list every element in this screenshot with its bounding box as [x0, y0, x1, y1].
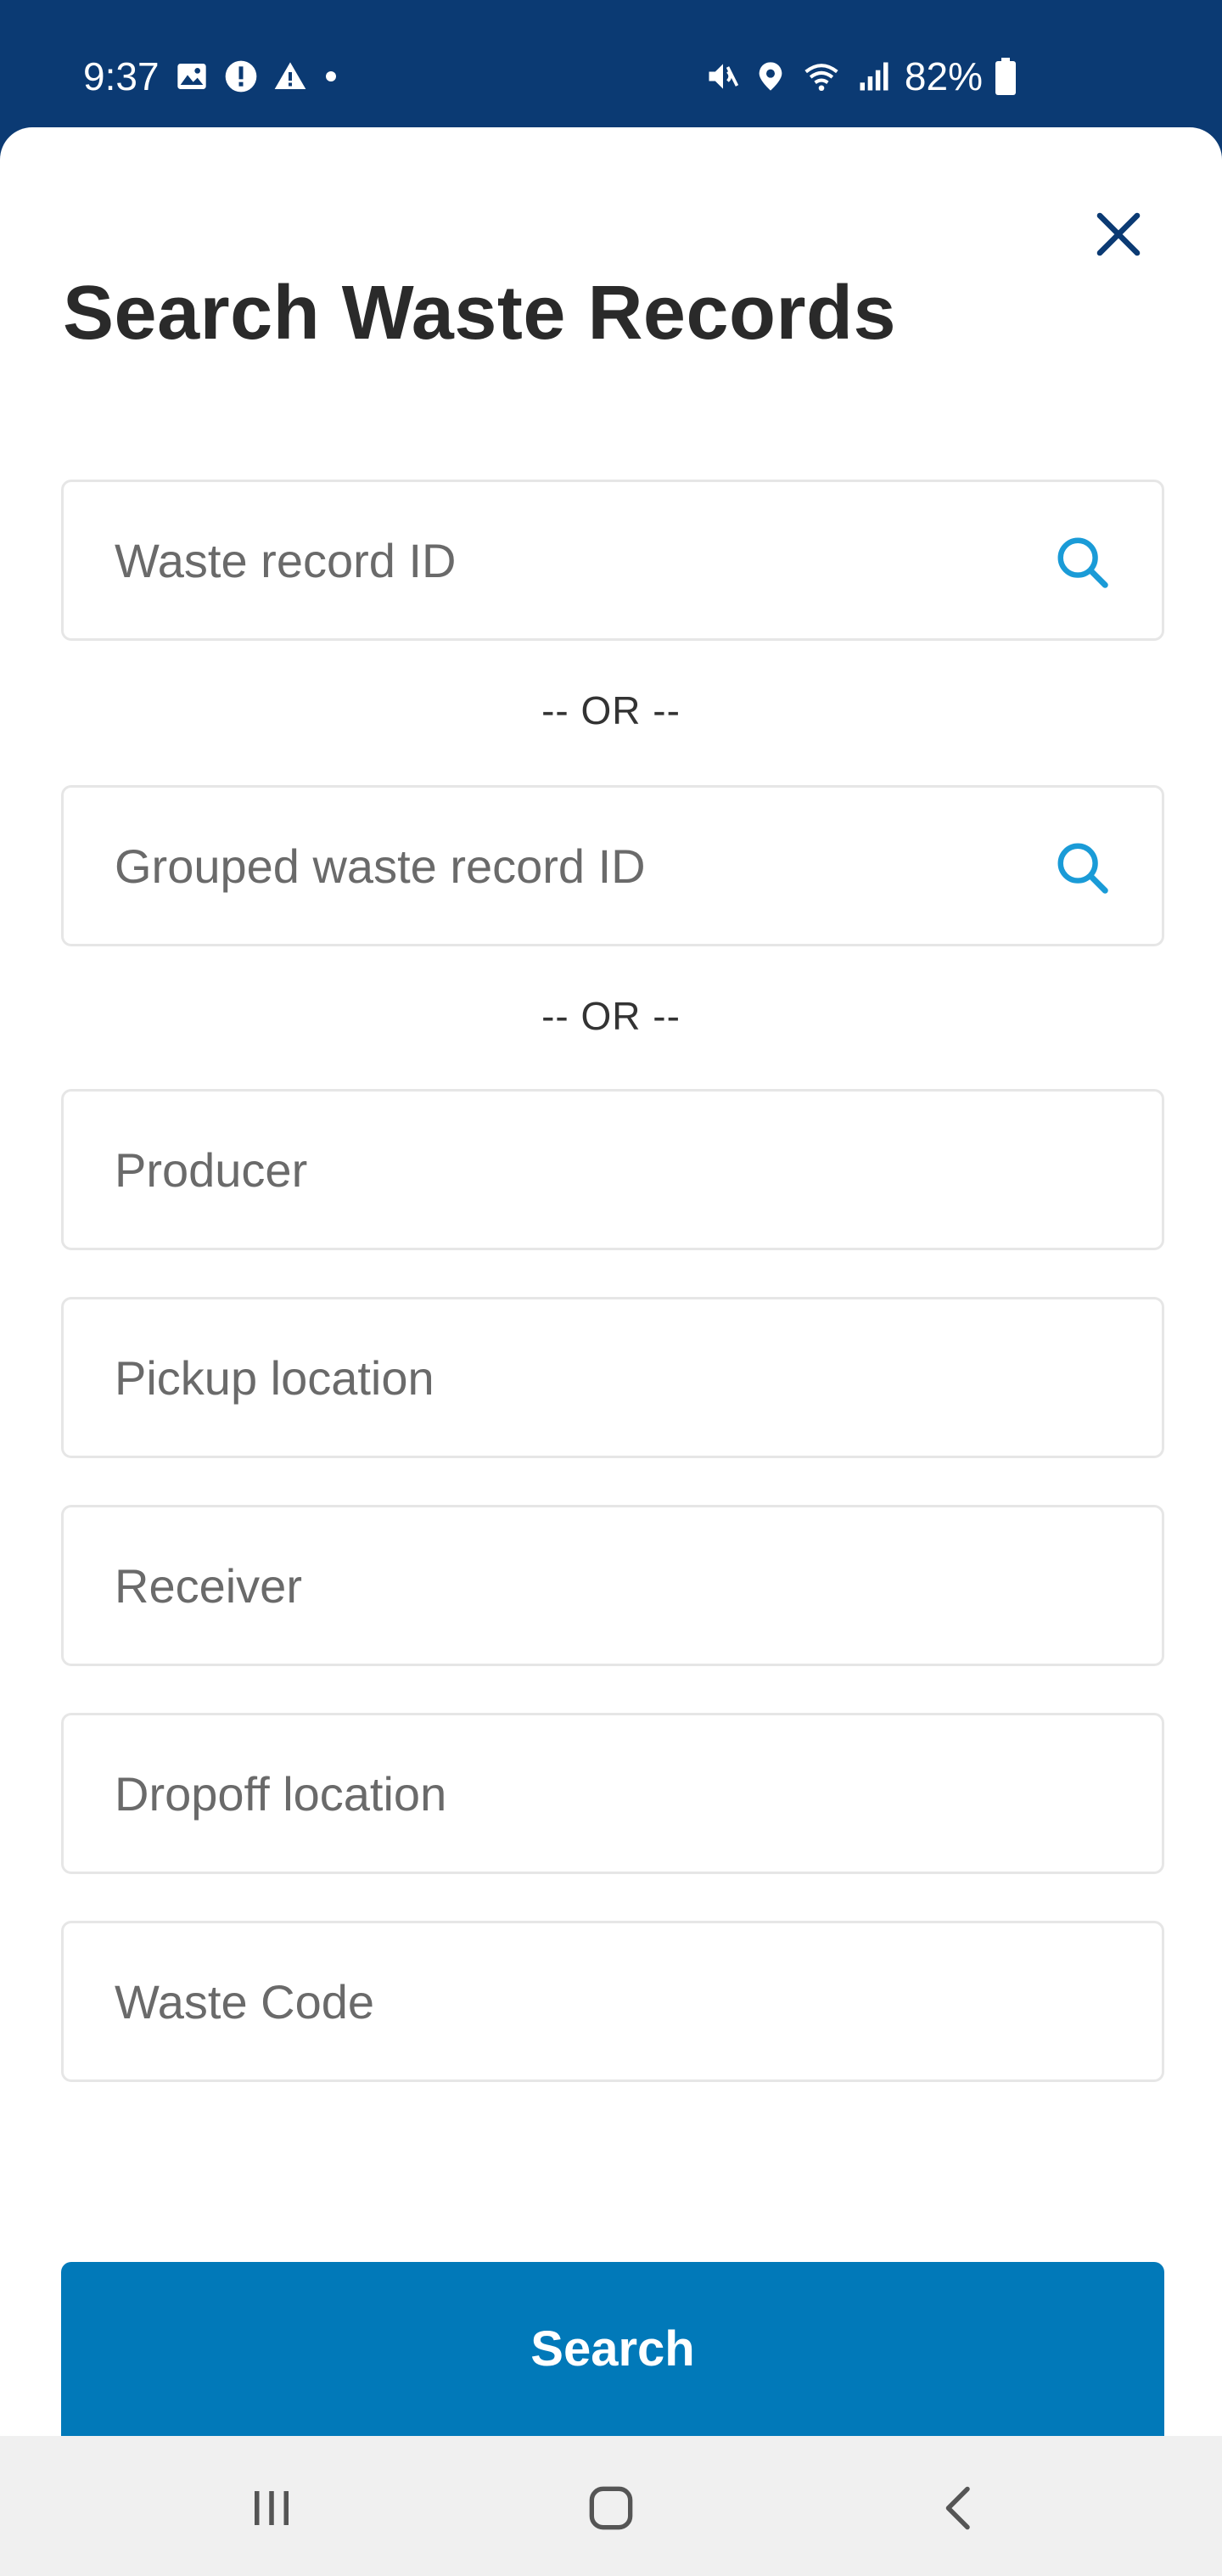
waste-record-id-input[interactable] — [113, 482, 1029, 638]
pickup-location-field[interactable] — [61, 1297, 1164, 1458]
waste-record-id-field[interactable] — [61, 480, 1164, 641]
status-bar: 9:37 82% — [0, 0, 1222, 127]
dot-icon — [322, 68, 339, 85]
battery-percent: 82% — [904, 54, 983, 98]
alert-icon — [224, 59, 258, 93]
status-right: 82% — [704, 51, 1017, 102]
dropoff-location-input[interactable] — [113, 1715, 1029, 1872]
recent-apps-icon — [255, 2491, 289, 2525]
grouped-waste-record-id-field[interactable] — [61, 785, 1164, 946]
page-title: Search Waste Records — [63, 271, 897, 356]
waste-code-field[interactable] — [61, 1921, 1164, 2082]
back-icon — [945, 2486, 970, 2530]
waste-code-input[interactable] — [113, 1923, 1029, 2079]
search-icon[interactable] — [1053, 839, 1113, 898]
image-icon — [175, 59, 209, 93]
search-sheet: Search Waste Records -- OR -- -- OR -- — [0, 127, 1222, 2436]
search-button[interactable]: Search — [61, 2262, 1164, 2436]
mute-icon — [704, 58, 742, 95]
status-left: 9:37 — [83, 51, 339, 102]
or-divider: -- OR -- — [541, 688, 681, 732]
receiver-field[interactable] — [61, 1505, 1164, 1666]
home-button[interactable] — [564, 2461, 658, 2555]
or-divider: -- OR -- — [541, 994, 681, 1038]
back-button[interactable] — [912, 2461, 1006, 2555]
recent-apps-button[interactable] — [225, 2461, 318, 2555]
home-icon — [589, 2486, 633, 2530]
status-time: 9:37 — [83, 54, 160, 98]
search-icon[interactable] — [1053, 533, 1113, 592]
close-icon — [1096, 212, 1141, 256]
receiver-input[interactable] — [113, 1507, 1029, 1664]
wifi-icon — [799, 58, 844, 95]
warning-icon — [273, 59, 307, 93]
battery-icon — [995, 58, 1017, 95]
close-button[interactable] — [1085, 200, 1152, 268]
dropoff-location-field[interactable] — [61, 1713, 1164, 1874]
producer-field[interactable] — [61, 1089, 1164, 1250]
pickup-location-input[interactable] — [113, 1299, 1029, 1456]
grouped-waste-record-id-input[interactable] — [113, 788, 1029, 944]
producer-input[interactable] — [113, 1092, 1029, 1248]
location-icon — [754, 58, 788, 95]
signal-icon — [855, 58, 893, 95]
navigation-bar — [0, 2436, 1222, 2576]
